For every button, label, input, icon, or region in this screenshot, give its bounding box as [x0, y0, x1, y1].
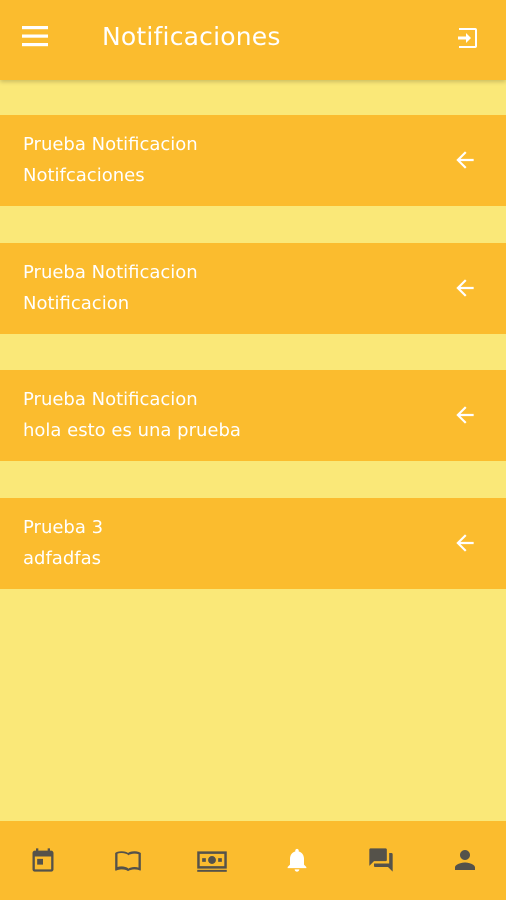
- notification-title: Prueba 3: [23, 517, 104, 538]
- app-bar: Notificaciones: [0, 0, 506, 80]
- money-icon[interactable]: [195, 845, 229, 875]
- calendar-icon[interactable]: [26, 845, 60, 875]
- notification-item[interactable]: Prueba Notificacion Notificacion: [0, 243, 506, 334]
- notification-body: Notificacion: [23, 293, 130, 314]
- arrow-left-icon[interactable]: [452, 147, 482, 175]
- bottom-navigation: [0, 821, 506, 900]
- arrow-left-icon[interactable]: [452, 530, 482, 558]
- notification-title: Prueba Notificacion: [23, 262, 198, 283]
- bell-icon[interactable]: [280, 845, 314, 875]
- notification-title: Prueba Notificacion: [23, 134, 198, 155]
- notification-item[interactable]: Prueba Notificacion hola esto es una pru…: [0, 370, 506, 461]
- notification-body: hola esto es una prueba: [23, 420, 241, 441]
- notification-title: Prueba Notificacion: [23, 389, 198, 410]
- chat-icon[interactable]: [364, 845, 398, 875]
- arrow-left-icon[interactable]: [452, 402, 482, 430]
- notification-item[interactable]: Prueba Notificacion Notifcaciones: [0, 115, 506, 206]
- book-icon[interactable]: [111, 845, 145, 875]
- notification-body: adfadfas: [23, 548, 101, 569]
- logout-icon[interactable]: [456, 26, 490, 56]
- page-title: Notificaciones: [102, 22, 281, 51]
- menu-icon[interactable]: [22, 26, 58, 54]
- arrow-left-icon[interactable]: [452, 275, 482, 303]
- notification-item[interactable]: Prueba 3 adfadfas: [0, 498, 506, 589]
- person-icon[interactable]: [448, 845, 482, 875]
- notification-body: Notifcaciones: [23, 165, 145, 186]
